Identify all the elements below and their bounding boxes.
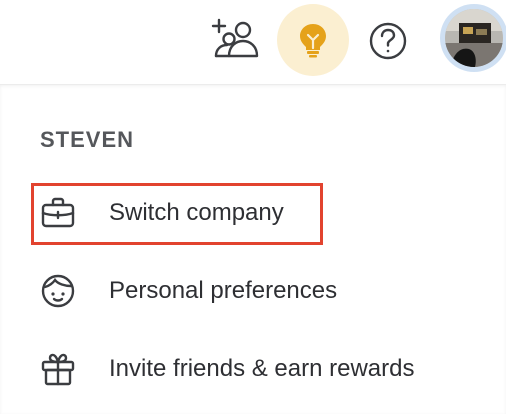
lightbulb-icon	[300, 24, 326, 58]
menu-section-title: STEVEN	[40, 127, 135, 152]
menu-item-label: Invite friends & earn rewards	[109, 355, 415, 382]
user-avatar[interactable]	[440, 4, 506, 72]
question-mark-icon	[369, 22, 407, 60]
add-user-icon[interactable]	[208, 16, 262, 64]
menu-item-personal-preferences[interactable]: Personal preferences	[0, 261, 506, 321]
face-icon	[40, 273, 76, 309]
menu-item-invite-friends[interactable]: Invite friends & earn rewards	[0, 339, 506, 399]
menu-item-label: Switch company	[109, 199, 284, 226]
account-menu-panel: STEVEN Switch company Personal preferenc…	[0, 84, 506, 414]
menu-item-switch-company[interactable]: Switch company	[0, 183, 330, 243]
briefcase-icon	[40, 195, 76, 231]
avatar-photo	[445, 9, 503, 67]
menu-item-label: Personal preferences	[109, 277, 338, 304]
tips-button[interactable]	[277, 4, 349, 76]
help-button[interactable]	[366, 19, 410, 63]
gift-icon	[40, 351, 76, 387]
top-bar	[0, 0, 506, 82]
